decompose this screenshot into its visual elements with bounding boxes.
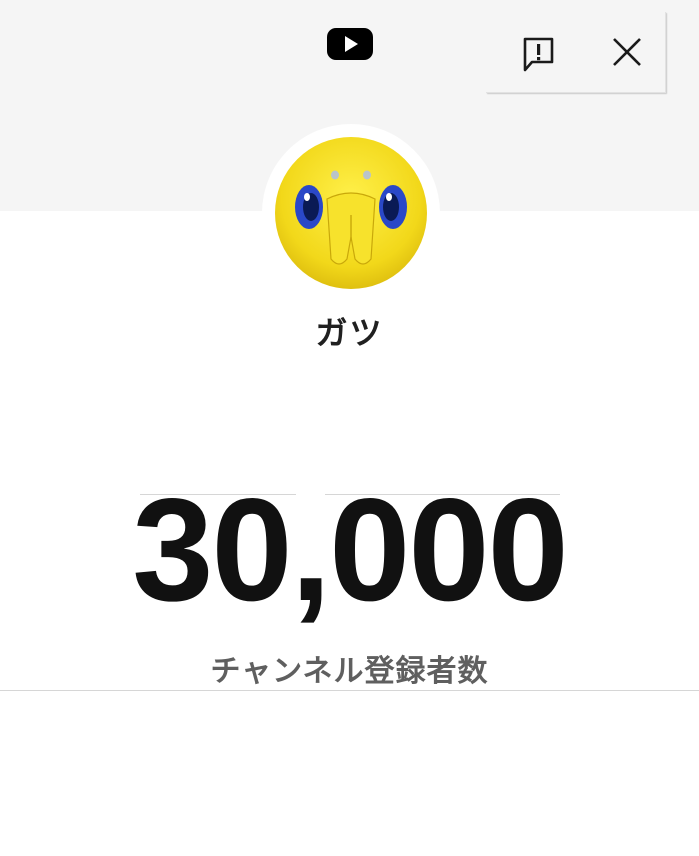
channel-avatar[interactable] <box>275 137 427 289</box>
close-icon[interactable] <box>612 37 642 67</box>
subscriber-count-label: チャンネル登録者数 <box>210 654 489 689</box>
bottom-divider <box>0 690 699 691</box>
subscriber-count: 30,000 <box>132 468 569 631</box>
channel-name: ガツ <box>315 314 384 352</box>
youtube-logo-icon <box>327 28 373 60</box>
report-feedback-icon[interactable] <box>522 36 555 74</box>
